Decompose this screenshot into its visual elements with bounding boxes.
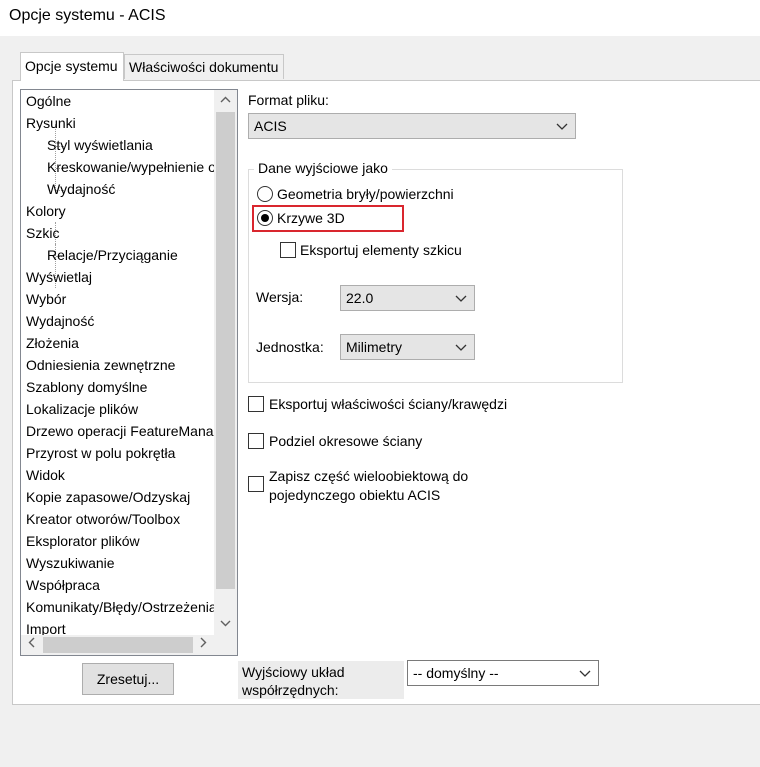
tree-item-external-references[interactable]: Odniesienia zewnętrzne	[26, 354, 175, 376]
unit-select[interactable]: Milimetry	[340, 334, 475, 360]
tree-item-display[interactable]: Wyświetlaj	[26, 266, 92, 288]
tree-item-backup-recover[interactable]: Kopie zapasowe/Odzyskaj	[26, 486, 190, 508]
unit-select-value: Milimetry	[346, 339, 402, 355]
tree-vertical-scroll-thumb[interactable]	[216, 112, 235, 589]
tree-item-featuremanager[interactable]: Drzewo operacji FeatureManager	[26, 420, 214, 442]
tree-vertical-scrollbar[interactable]	[214, 90, 237, 637]
tree-item-general[interactable]: Ogólne	[26, 90, 71, 112]
tree-item-spin-box-increments[interactable]: Przyrost w polu pokrętła	[26, 442, 175, 464]
scroll-down-icon[interactable]	[214, 614, 237, 634]
tree-item-drawings[interactable]: Rysunki	[26, 112, 76, 134]
coordinate-system-select[interactable]: -- domyślny --	[407, 660, 599, 686]
output-group-label: Dane wyjściowe jako	[254, 160, 392, 176]
tree-item-file-locations[interactable]: Lokalizacje plików	[26, 398, 138, 420]
highlight-box	[252, 205, 404, 232]
scroll-left-icon[interactable]	[21, 635, 41, 655]
save-multibody-label-line2: pojedynczego obiektu ACIS	[269, 487, 441, 503]
export-sketch-checkbox[interactable]	[280, 242, 296, 258]
scroll-right-icon[interactable]	[193, 635, 213, 655]
export-sketch-label: Eksportuj elementy szkicu	[300, 242, 462, 258]
window-title: Opcje systemu - ACIS	[9, 7, 166, 24]
tree-item-relations-snaps[interactable]: Relacje/Przyciąganie	[47, 244, 178, 266]
format-select[interactable]: ACIS	[248, 113, 576, 139]
format-label: Format pliku:	[248, 92, 329, 108]
chevron-down-icon	[555, 114, 569, 138]
tree-item-search[interactable]: Wyszukiwanie	[26, 552, 115, 574]
tree-item-view[interactable]: Widok	[26, 464, 65, 486]
radio-solid-surface[interactable]	[257, 186, 273, 202]
tree-item-drawing-performance[interactable]: Wydajność	[47, 178, 115, 200]
tree-item-collaboration[interactable]: Współpraca	[26, 574, 100, 596]
split-periodic-checkbox[interactable]	[248, 433, 264, 449]
tree-horizontal-scroll-thumb[interactable]	[43, 637, 193, 653]
dialog-footer	[0, 705, 760, 767]
unit-label: Jednostka:	[256, 339, 324, 355]
radio-solid-surface-label: Geometria bryły/powierzchni	[277, 186, 454, 202]
version-select-value: 22.0	[346, 290, 374, 306]
tree-item-display-style[interactable]: Styl wyświetlania	[47, 134, 153, 156]
scroll-up-icon[interactable]	[214, 90, 237, 110]
split-periodic-label: Podziel okresowe ściany	[269, 433, 423, 449]
version-label: Wersja:	[256, 289, 304, 305]
tree-items: Ogólne Rysunki Styl wyświetlania Kreskow…	[21, 90, 214, 637]
tree-item-colors[interactable]: Kolory	[26, 200, 66, 222]
coordinate-label-line1: Wyjściowy układ	[242, 664, 345, 680]
tree-horizontal-scrollbar[interactable]	[21, 635, 237, 655]
tab-system-options[interactable]: Opcje systemu	[20, 52, 124, 81]
tree-item-sketch[interactable]: Szkic	[26, 222, 59, 244]
save-multibody-checkbox[interactable]	[248, 476, 264, 492]
options-tree[interactable]: Ogólne Rysunki Styl wyświetlania Kreskow…	[20, 89, 238, 656]
tree-item-hole-wizard-toolbox[interactable]: Kreator otworów/Toolbox	[26, 508, 180, 530]
reset-button[interactable]: Zresetuj...	[82, 663, 174, 695]
title-bar: Opcje systemu - ACIS	[0, 0, 760, 36]
tree-item-assemblies[interactable]: Złożenia	[26, 332, 79, 354]
chevron-down-icon	[454, 286, 468, 310]
tree-item-messages[interactable]: Komunikaty/Błędy/Ostrzeżenia	[26, 596, 214, 618]
chevron-down-icon	[578, 661, 592, 685]
tab-document-properties[interactable]: Właściwości dokumentu	[124, 54, 284, 79]
tree-item-default-templates[interactable]: Szablony domyślne	[26, 376, 147, 398]
tree-item-hatch-fill[interactable]: Kreskowanie/wypełnienie obszaru	[47, 156, 214, 178]
tree-item-selection[interactable]: Wybór	[26, 288, 66, 310]
tree-item-performance[interactable]: Wydajność	[26, 310, 94, 332]
save-multibody-label-line1: Zapisz część wieloobiektową do	[269, 468, 469, 484]
version-select[interactable]: 22.0	[340, 285, 475, 311]
format-select-value: ACIS	[254, 118, 287, 134]
tree-item-file-explorer[interactable]: Eksplorator plików	[26, 530, 140, 552]
coordinate-select-value: -- domyślny --	[413, 665, 499, 681]
export-face-props-label: Eksportuj właściwości ściany/krawędzi	[269, 396, 508, 412]
coordinate-label-line2: współrzędnych:	[242, 682, 339, 698]
coordinate-system-label: Wyjściowy układ współrzędnych:	[238, 661, 404, 699]
export-face-props-checkbox[interactable]	[248, 396, 264, 412]
chevron-down-icon	[454, 335, 468, 359]
